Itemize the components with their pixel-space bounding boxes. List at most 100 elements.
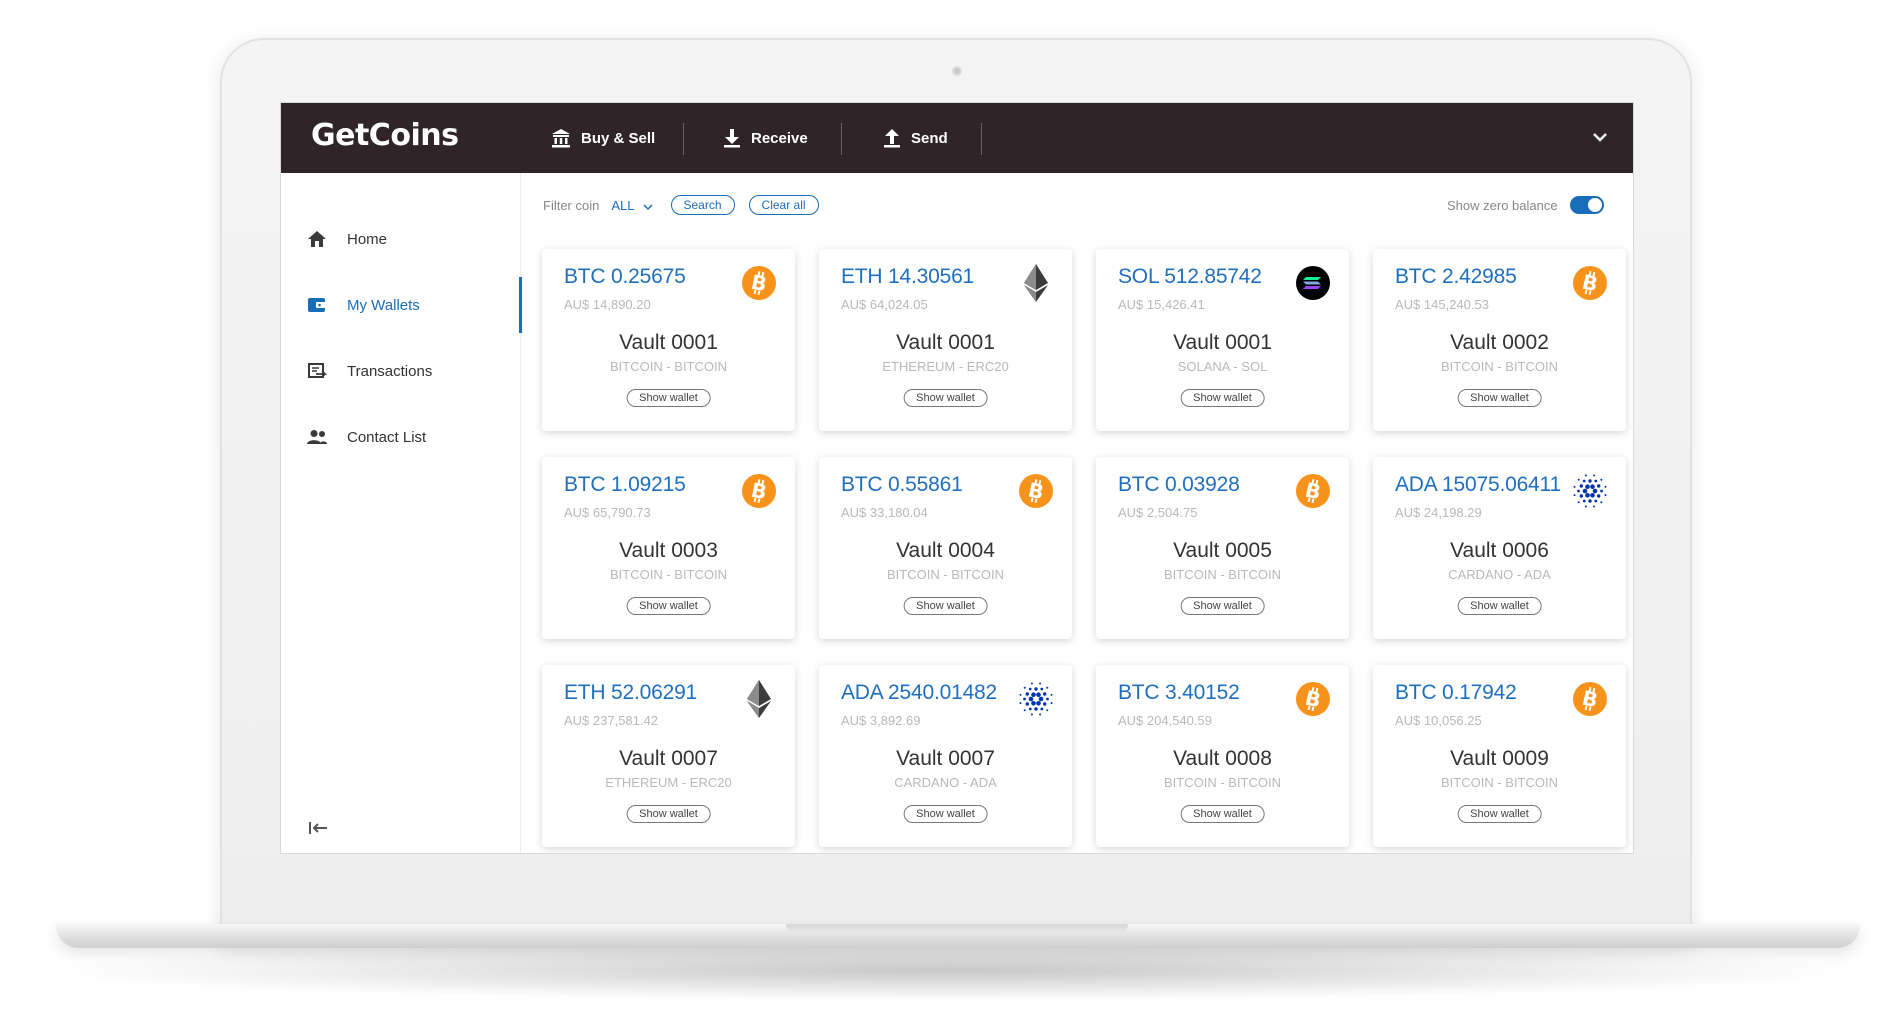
show-wallet-button[interactable]: Show wallet bbox=[626, 597, 711, 615]
laptop-notch bbox=[786, 924, 1128, 934]
wallet-name: Vault 0005 bbox=[1173, 539, 1272, 562]
wallet-card[interactable]: ETH 52.06291 AU$ 237,581.42 Vault 0007 E… bbox=[542, 665, 795, 847]
search-button[interactable]: Search bbox=[670, 195, 735, 215]
wallet-balance: BTC 0.03928 bbox=[1118, 473, 1240, 496]
wallet-fiat-value: AU$ 15,426.41 bbox=[1118, 297, 1205, 312]
app-logo[interactable]: GetCoins bbox=[311, 118, 459, 153]
wallet-fiat-value: AU$ 145,240.53 bbox=[1395, 297, 1489, 312]
clear-all-button[interactable]: Clear all bbox=[748, 195, 819, 215]
transactions-icon bbox=[305, 359, 329, 383]
wallet-card[interactable]: ADA 2540.01482 AU$ 3,892.69 Vault 0007 C… bbox=[819, 665, 1072, 847]
sidebar-item-label: My Wallets bbox=[347, 296, 420, 314]
wallet-card[interactable]: BTC 0.17942 AU$ 10,056.25 B Vault 0009 B… bbox=[1373, 665, 1626, 847]
wallet-name: Vault 0004 bbox=[896, 539, 995, 562]
wallet-icon bbox=[305, 293, 329, 317]
sidebar-item-label: Transactions bbox=[347, 362, 433, 380]
laptop-shadow bbox=[60, 940, 1840, 1000]
show-wallet-button[interactable]: Show wallet bbox=[1180, 805, 1265, 823]
sidebar-item-label: Contact List bbox=[347, 428, 427, 446]
show-wallet-button[interactable]: Show wallet bbox=[903, 389, 988, 407]
wallet-network: BITCOIN - BITCOIN bbox=[610, 567, 727, 582]
sidebar-item-home[interactable]: Home bbox=[281, 211, 521, 267]
sidebar-item-label: Home bbox=[347, 230, 388, 248]
chevron-down-icon bbox=[642, 198, 653, 213]
wallet-balance: BTC 0.25675 bbox=[564, 265, 686, 288]
wallet-balance: BTC 3.40152 bbox=[1118, 681, 1240, 704]
sidebar-item-my-wallets[interactable]: My Wallets bbox=[281, 277, 522, 333]
bitcoin-icon: B bbox=[739, 263, 779, 303]
zero-balance-control: Show zero balance bbox=[1447, 193, 1604, 217]
wallet-card[interactable]: BTC 2.42985 AU$ 145,240.53 B Vault 0002 … bbox=[1373, 249, 1626, 431]
wallet-name: Vault 0007 bbox=[619, 747, 718, 770]
nav-buy-sell-label: Buy & Sell bbox=[581, 129, 656, 147]
filter-bar: Filter coin ALL Search Clear all bbox=[543, 193, 833, 217]
collapse-sidebar-button[interactable] bbox=[305, 817, 331, 843]
ethereum-icon bbox=[1016, 263, 1056, 303]
zero-balance-toggle[interactable] bbox=[1569, 196, 1604, 214]
wallet-name: Vault 0003 bbox=[619, 539, 718, 562]
bitcoin-icon: B bbox=[1293, 679, 1333, 719]
show-wallet-button[interactable]: Show wallet bbox=[1457, 597, 1542, 615]
sidebar-item-transactions[interactable]: Transactions bbox=[281, 343, 521, 399]
show-wallet-button[interactable]: Show wallet bbox=[1457, 389, 1542, 407]
wallet-balance: ETH 52.06291 bbox=[564, 681, 698, 704]
wallet-fiat-value: AU$ 237,581.42 bbox=[564, 713, 658, 728]
wallet-balance: ETH 14.30561 bbox=[841, 265, 975, 288]
wallet-fiat-value: AU$ 3,892.69 bbox=[841, 713, 921, 728]
nav-buy-sell[interactable]: Buy & Sell bbox=[551, 103, 655, 173]
coin-filter-select[interactable]: ALL bbox=[611, 198, 653, 213]
wallet-card[interactable]: BTC 1.09215 AU$ 65,790.73 B Vault 0003 B… bbox=[542, 457, 795, 639]
show-wallet-button[interactable]: Show wallet bbox=[1457, 805, 1542, 823]
wallet-name: Vault 0001 bbox=[896, 331, 995, 354]
nav-send-label: Send bbox=[911, 129, 948, 147]
wallet-card[interactable]: BTC 0.55861 AU$ 33,180.04 B Vault 0004 B… bbox=[819, 457, 1072, 639]
bitcoin-icon: B bbox=[1016, 471, 1056, 511]
show-wallet-button[interactable]: Show wallet bbox=[626, 805, 711, 823]
nav-divider bbox=[981, 123, 982, 155]
ethereum-icon bbox=[739, 679, 779, 719]
wallet-card[interactable]: BTC 3.40152 AU$ 204,540.59 B Vault 0008 … bbox=[1096, 665, 1349, 847]
wallet-network: BITCOIN - BITCOIN bbox=[1441, 775, 1558, 790]
wallet-balance: BTC 2.42985 bbox=[1395, 265, 1517, 288]
nav-send[interactable]: Send bbox=[883, 103, 948, 173]
wallet-name: Vault 0008 bbox=[1173, 747, 1272, 770]
wallet-network: BITCOIN - BITCOIN bbox=[1164, 775, 1281, 790]
wallet-card[interactable]: SOL 512.85742 AU$ 15,426.41 Vault 0001 S… bbox=[1096, 249, 1349, 431]
sidebar: Home My Wallets Transactions Contact Lis… bbox=[281, 173, 522, 853]
show-wallet-button[interactable]: Show wallet bbox=[626, 389, 711, 407]
collapse-left-icon bbox=[308, 821, 328, 840]
chevron-down-icon bbox=[1592, 129, 1608, 147]
cardano-icon bbox=[1016, 679, 1056, 719]
home-icon bbox=[305, 227, 329, 251]
wallet-card[interactable]: BTC 0.25675 AU$ 14,890.20 B Vault 0001 B… bbox=[542, 249, 795, 431]
wallet-network: ETHEREUM - ERC20 bbox=[605, 775, 732, 790]
zero-balance-label: Show zero balance bbox=[1447, 197, 1558, 213]
wallet-name: Vault 0007 bbox=[896, 747, 995, 770]
show-wallet-button[interactable]: Show wallet bbox=[1180, 597, 1265, 615]
wallet-name: Vault 0002 bbox=[1450, 331, 1549, 354]
show-wallet-button[interactable]: Show wallet bbox=[1180, 389, 1265, 407]
toggle-knob bbox=[1587, 198, 1602, 212]
solana-icon bbox=[1293, 263, 1333, 303]
wallet-balance: BTC 0.55861 bbox=[841, 473, 963, 496]
bitcoin-icon: B bbox=[1293, 471, 1333, 511]
nav-receive-label: Receive bbox=[751, 129, 808, 147]
nav-divider bbox=[841, 123, 842, 155]
sidebar-item-contact-list[interactable]: Contact List bbox=[281, 409, 521, 465]
wallet-card[interactable]: ADA 15075.06411 AU$ 24,198.29 Vault 0006… bbox=[1373, 457, 1626, 639]
wallet-fiat-value: AU$ 10,056.25 bbox=[1395, 713, 1482, 728]
wallet-network: BITCOIN - BITCOIN bbox=[610, 359, 727, 374]
wallet-network: CARDANO - ADA bbox=[894, 775, 997, 790]
nav-receive[interactable]: Receive bbox=[723, 103, 808, 173]
bitcoin-icon: B bbox=[1570, 679, 1610, 719]
show-wallet-button[interactable]: Show wallet bbox=[903, 597, 988, 615]
account-menu-button[interactable] bbox=[1587, 125, 1613, 151]
wallet-card[interactable]: BTC 0.03928 AU$ 2,504.75 B Vault 0005 BI… bbox=[1096, 457, 1349, 639]
wallet-card[interactable]: ETH 14.30561 AU$ 64,024.05 Vault 0001 ET… bbox=[819, 249, 1072, 431]
upload-icon bbox=[883, 128, 901, 148]
nav-divider bbox=[683, 123, 684, 155]
wallet-fiat-value: AU$ 24,198.29 bbox=[1395, 505, 1482, 520]
wallet-fiat-value: AU$ 65,790.73 bbox=[564, 505, 651, 520]
show-wallet-button[interactable]: Show wallet bbox=[903, 805, 988, 823]
wallet-name: Vault 0001 bbox=[1173, 331, 1272, 354]
